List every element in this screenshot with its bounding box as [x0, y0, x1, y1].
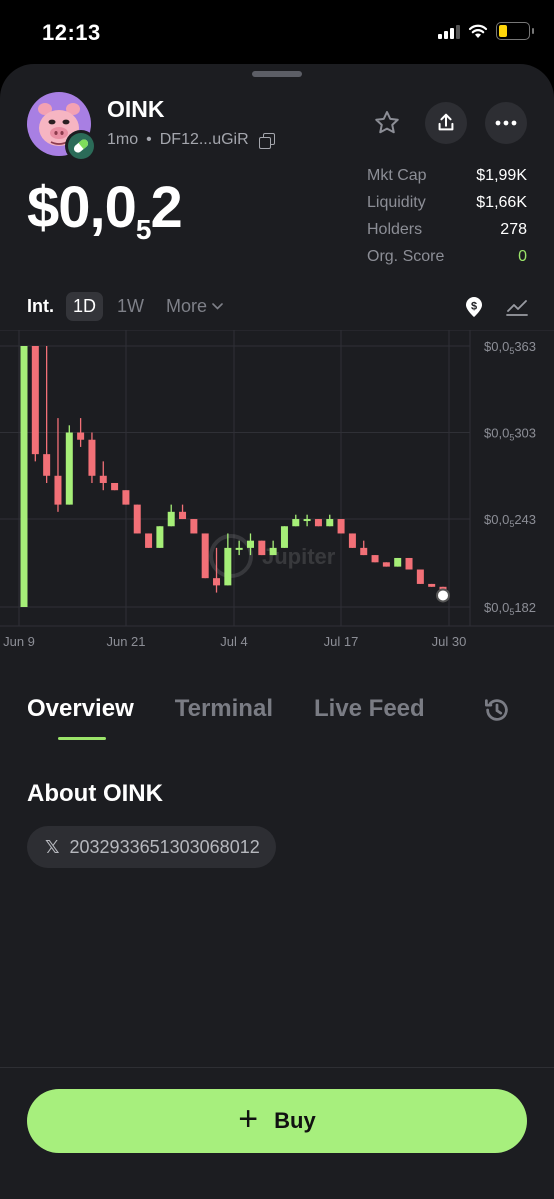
watchlist-star-button[interactable] — [366, 102, 408, 144]
candle-body — [371, 555, 379, 563]
buy-label: Buy — [274, 1108, 316, 1133]
star-icon — [375, 111, 399, 134]
candle-body — [348, 533, 356, 548]
candle-body — [235, 547, 243, 550]
candle-body — [145, 533, 153, 548]
sheet-grabber[interactable] — [252, 71, 302, 77]
candle-body — [20, 346, 28, 607]
cellular-signal-icon — [438, 24, 460, 39]
line-chart-icon[interactable] — [506, 297, 528, 317]
y-tick-label: $0,05363 — [484, 339, 536, 356]
interval-1d[interactable]: 1D — [66, 292, 104, 321]
history-icon[interactable] — [482, 695, 512, 730]
candle-body — [326, 519, 334, 527]
candle-body — [201, 533, 209, 579]
candle-body — [31, 346, 39, 455]
candle-body — [99, 475, 107, 483]
interval-label: Int. — [27, 296, 54, 316]
x-profile-chip[interactable]: 𝕏 2032933651303068012 — [27, 826, 276, 868]
candle-body — [280, 526, 288, 548]
interval-selector: Int. 1D 1W More — [27, 292, 245, 321]
x-tick-label: Jul 17 — [324, 634, 359, 649]
dollar-pin-icon[interactable]: $ — [464, 296, 484, 318]
tab-live-feed[interactable]: Live Feed — [314, 695, 425, 723]
stat-liquidity: Liquidity $1,66K — [367, 194, 527, 211]
candlestick-chart: $0,05363 $0,05303 $0,05243 $0,05182 Jun 9 Jun… — [0, 329, 554, 649]
interval-1w[interactable]: 1W — [117, 296, 144, 317]
candle-body — [394, 557, 402, 567]
candle-body — [314, 519, 322, 527]
x-tick-label: Jul 4 — [220, 634, 247, 649]
copy-icon[interactable] — [258, 132, 275, 149]
x-handle: 2032933651303068012 — [69, 836, 260, 857]
candle-body — [213, 578, 221, 586]
candle-body — [428, 583, 436, 587]
token-name: OINK — [107, 96, 165, 122]
share-icon — [438, 113, 454, 131]
pill-badge-icon — [65, 130, 97, 162]
about-title: About OINK — [27, 780, 163, 807]
candle-body — [54, 475, 62, 505]
battery-icon — [496, 22, 534, 40]
candle-body — [77, 432, 85, 440]
buy-button[interactable]: + Buy — [27, 1089, 527, 1153]
candle-body — [224, 547, 232, 586]
svg-text:$: $ — [471, 301, 477, 313]
x-tick-label: Jul 30 — [432, 634, 467, 649]
chart-tools: $ — [464, 296, 528, 318]
tab-overview[interactable]: Overview — [27, 695, 134, 740]
token-sheet: OINK 1mo • DF12...uGiR $0,052 Mkt Cap $1,… — [0, 64, 554, 1199]
interval-more-dropdown[interactable]: More — [166, 296, 223, 317]
share-button[interactable] — [425, 102, 467, 144]
candle-body — [382, 562, 390, 567]
status-bar: 12:13 — [0, 0, 554, 64]
more-options-button[interactable] — [485, 102, 527, 144]
candle-body — [167, 511, 175, 527]
stat-mkt-cap: Mkt Cap $1,99K — [367, 167, 527, 184]
chevron-down-icon — [212, 303, 223, 310]
status-icons — [438, 22, 534, 40]
stat-holders: Holders 278 — [367, 221, 527, 238]
bottom-divider — [0, 1067, 554, 1068]
status-time: 12:13 — [42, 20, 101, 45]
candle-body — [292, 519, 300, 527]
candle-body — [179, 511, 187, 520]
candle-body — [303, 519, 311, 522]
x-tick-label: Jun 21 — [106, 634, 145, 649]
stat-org-score: Org. Score 0 — [367, 248, 527, 265]
last-price-dot — [436, 588, 450, 603]
plus-icon: + — [238, 1100, 259, 1138]
x-tick-label: Jun 9 — [3, 634, 35, 649]
candle-body — [111, 482, 119, 491]
token-stats: Mkt Cap $1,99K Liquidity $1,66K Holders 278… — [367, 166, 527, 274]
meta-separator: • — [146, 131, 152, 148]
candle-body — [133, 504, 141, 534]
wifi-icon — [468, 24, 488, 39]
candle-body — [156, 526, 164, 548]
y-tick-label: $0,05243 — [484, 512, 536, 529]
candle-body — [246, 540, 254, 548]
y-tick-label: $0,05303 — [484, 426, 536, 443]
token-age: 1mo — [107, 131, 139, 148]
candle-body — [416, 569, 424, 584]
x-logo-icon: 𝕏 — [45, 836, 60, 857]
candle-body — [190, 519, 198, 534]
candle-body — [269, 547, 277, 556]
token-price: $0,052 — [27, 175, 183, 245]
token-address[interactable]: DF12...uGiR — [160, 131, 249, 149]
y-tick-label: $0,05182 — [484, 600, 536, 617]
ellipsis-icon — [495, 120, 517, 126]
candle-body — [258, 540, 266, 556]
candle-body — [405, 557, 413, 570]
candle-body — [360, 547, 368, 556]
candle-body — [65, 432, 73, 505]
candle-body — [88, 439, 96, 476]
token-meta: 1mo • DF12...uGiR — [107, 131, 275, 149]
candle-body — [43, 454, 51, 476]
tab-terminal[interactable]: Terminal — [175, 695, 273, 723]
candle-body — [122, 490, 130, 505]
price-chart[interactable]: $0,05363 $0,05303 $0,05243 $0,05182 Jun 9 Jun… — [0, 329, 554, 650]
content-tabs: Overview Terminal Live Feed — [27, 695, 466, 740]
candle-body — [337, 519, 345, 534]
